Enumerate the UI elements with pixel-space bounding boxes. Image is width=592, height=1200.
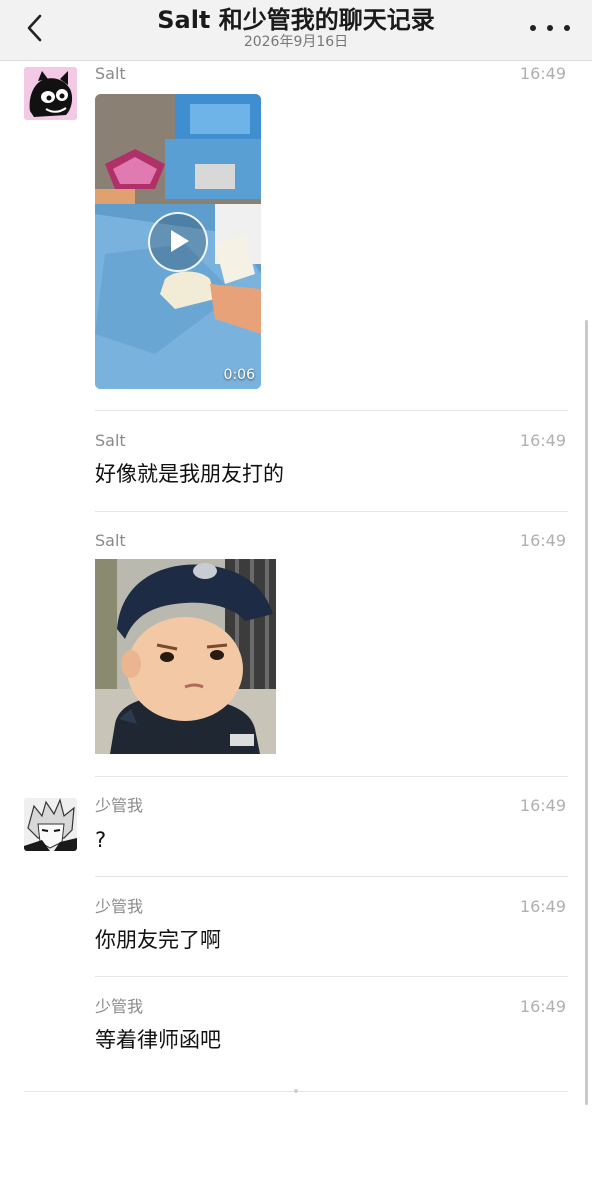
sender-name: Salt [95, 431, 126, 450]
header-bar: Salt 和少管我的聊天记录 2026年9月16日 [0, 0, 592, 61]
cat-avatar-icon [24, 67, 77, 120]
message-text: ? [95, 828, 107, 852]
police-baby-sticker-image [95, 559, 276, 754]
message-text: 好像就是我朋友打的 [95, 462, 284, 486]
page-title: Salt 和少管我的聊天记录 [157, 6, 435, 34]
message-time: 16:49 [519, 796, 566, 815]
message-time: 16:49 [519, 64, 566, 83]
divider [95, 410, 568, 411]
sender-name: 少管我 [95, 997, 144, 1016]
sender-name: 少管我 [95, 897, 144, 916]
chevron-left-icon [27, 14, 42, 42]
play-button[interactable] [148, 212, 208, 272]
video-duration: 0:06 [223, 367, 255, 383]
sender-name: Salt [95, 531, 126, 550]
sender-name: 少管我 [95, 796, 144, 815]
end-dot [294, 1089, 298, 1093]
manga-boy-avatar-icon [24, 798, 77, 851]
message-text: 你朋友完了啊 [95, 928, 221, 952]
video-message[interactable]: 0:06 [95, 94, 261, 389]
more-button[interactable] [530, 14, 570, 42]
divider [95, 776, 568, 777]
play-icon [171, 230, 189, 252]
message-time: 16:49 [519, 997, 566, 1016]
message-time: 16:49 [519, 897, 566, 916]
divider [95, 976, 568, 977]
scrollbar[interactable] [585, 320, 588, 1105]
sticker-message[interactable] [95, 559, 276, 754]
chat-date: 2026年9月16日 [243, 34, 349, 50]
divider [95, 511, 568, 512]
divider [95, 876, 568, 877]
more-dots-icon [530, 25, 536, 31]
message-time: 16:49 [519, 531, 566, 550]
message-text: 等着律师函吧 [95, 1028, 221, 1052]
message-time: 16:49 [519, 431, 566, 450]
back-button[interactable] [18, 10, 54, 46]
avatar-shaoguanwo[interactable] [24, 798, 77, 851]
sender-name: Salt [95, 64, 126, 83]
avatar-salt[interactable] [24, 67, 77, 120]
